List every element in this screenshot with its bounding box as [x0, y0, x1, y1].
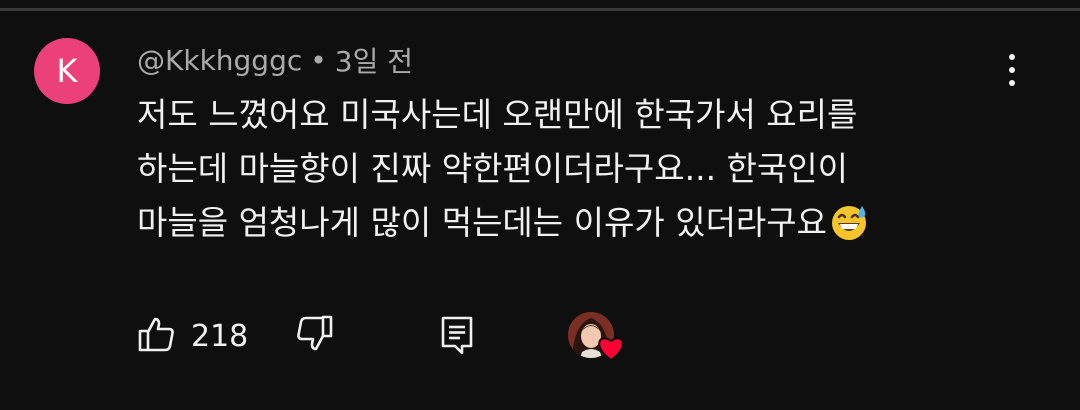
comment-actions: 218 [0, 306, 1080, 362]
avatar-letter: K [56, 52, 78, 90]
comment-line: 마늘을 엄청나게 많이 먹는데는 이유가 있더라구요 [137, 203, 828, 242]
avatar[interactable]: K [34, 38, 100, 104]
header-separator: • [310, 43, 327, 77]
more-options-button[interactable] [994, 50, 1030, 90]
grinning-face-with-sweat-icon [829, 202, 869, 258]
comment-line-with-emoji: 마늘을 엄청나게 많이 먹는데는 이유가 있더라구요 [137, 196, 1037, 258]
reply-comment-icon [438, 316, 478, 360]
like-count: 218 [191, 318, 249, 354]
more-vert-icon [1009, 54, 1015, 60]
comment-line: 하는데 마늘향이 진짜 약한편이더라구요... 한국인이 [137, 149, 848, 188]
creator-heart [566, 308, 630, 364]
like-button[interactable]: 218 [137, 314, 248, 358]
timestamp[interactable]: 3일 전 [335, 40, 413, 80]
top-divider [0, 8, 1080, 11]
comment-header: @Kkkhgggc • 3일 전 [137, 40, 413, 80]
thumbs-up-icon [137, 314, 177, 358]
heart-icon [596, 334, 626, 366]
thumbs-down-icon [292, 315, 336, 358]
comment-text: 저도 느꼈어요 미국사는데 오랜만에 한국가서 요리를 하는데 마늘향이 진짜 … [137, 88, 1037, 258]
reply-button[interactable] [438, 314, 478, 360]
username[interactable]: @Kkkhgggc [137, 44, 302, 77]
comment-line: 저도 느꼈어요 미국사는데 오랜만에 한국가서 요리를 [137, 95, 858, 134]
dislike-button[interactable] [292, 314, 336, 358]
